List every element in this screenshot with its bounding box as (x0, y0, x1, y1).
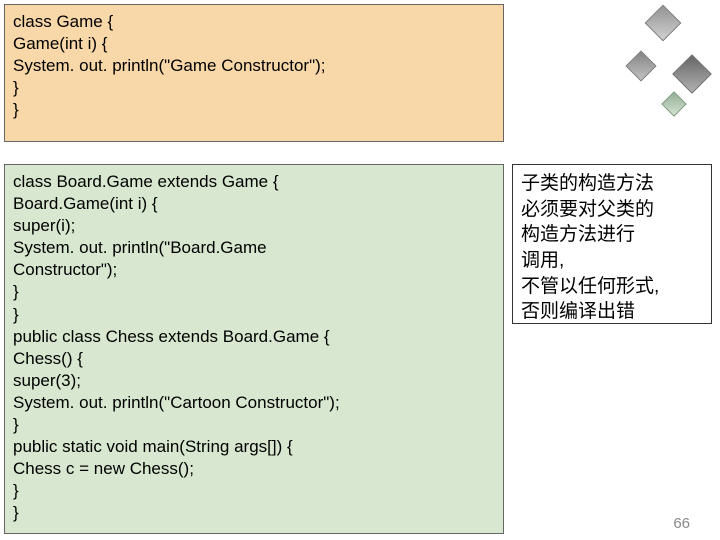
note-line: 不管以任何形式, (521, 274, 703, 300)
code-line: } (13, 281, 495, 303)
code-line: super(3); (13, 370, 495, 392)
decorative-cubes (570, 0, 720, 120)
code-line: class Board.Game extends Game { (13, 171, 495, 193)
code-line: public class Chess extends Board.Game { (13, 326, 495, 348)
code-line: } (13, 414, 495, 436)
note-line: 构造方法进行 (521, 222, 703, 248)
code-line: Game(int i) { (13, 33, 495, 55)
cube-icon (625, 50, 656, 81)
code-line: public static void main(String args[]) { (13, 436, 495, 458)
code-line: Constructor"); (13, 259, 495, 281)
code-line: Chess() { (13, 348, 495, 370)
code-line: } (13, 502, 495, 524)
code-line: Board.Game(int i) { (13, 193, 495, 215)
code-line: System. out. println("Board.Game (13, 237, 495, 259)
code-line: } (13, 77, 495, 99)
note-line: 子类的构造方法 (521, 171, 703, 197)
note-line: 必须要对父类的 (521, 197, 703, 223)
code-block-game: class Game { Game(int i) { System. out. … (4, 4, 504, 142)
code-block-boardgame: class Board.Game extends Game { Board.Ga… (4, 164, 504, 534)
code-line: Chess c = new Chess(); (13, 458, 495, 480)
code-line: } (13, 99, 495, 121)
cube-icon (661, 91, 686, 116)
explanation-note: 子类的构造方法 必须要对父类的 构造方法进行 调用, 不管以任何形式, 否则编译… (512, 164, 712, 324)
cube-icon (645, 5, 682, 42)
code-line: System. out. println("Game Constructor")… (13, 55, 495, 77)
code-line: class Game { (13, 11, 495, 33)
code-line: } (13, 304, 495, 326)
note-line: 否则编译出错 (521, 299, 703, 325)
note-line: 调用, (521, 248, 703, 274)
cube-icon (672, 54, 712, 94)
code-line: } (13, 480, 495, 502)
page-number: 66 (673, 515, 690, 532)
code-line: super(i); (13, 215, 495, 237)
slide: class Game { Game(int i) { System. out. … (0, 0, 720, 540)
code-line: System. out. println("Cartoon Constructo… (13, 392, 495, 414)
